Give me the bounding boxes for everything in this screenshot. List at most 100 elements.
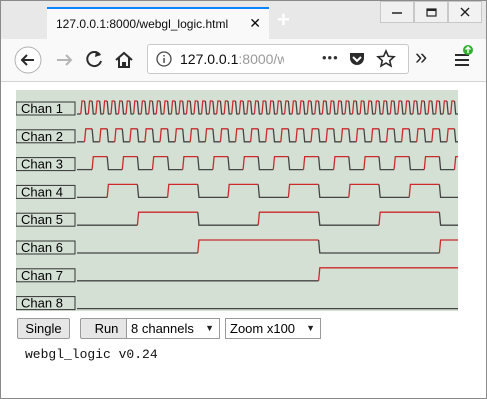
- signal-high-segment: [140, 100, 145, 115]
- signal-low-segment: [257, 128, 266, 143]
- overflow-menu-icon[interactable]: »: [415, 45, 427, 69]
- signal-high-segment: [310, 128, 319, 142]
- signal-low-segment: [106, 128, 115, 143]
- maximize-button[interactable]: [414, 1, 448, 23]
- signal-low-segment: [219, 100, 225, 115]
- signal-low-segment: [378, 128, 387, 143]
- signal-low-segment: [151, 128, 161, 143]
- signal-low-segment: [333, 100, 338, 115]
- signal-low-segment: [378, 156, 395, 171]
- signal-high-segment: [159, 128, 168, 142]
- minimize-button[interactable]: [380, 1, 414, 23]
- signal-low-segment: [197, 184, 228, 199]
- browser-window: 127.0.0.1:8000/webgl_logic.html ✕ + 127.…: [0, 0, 487, 399]
- signal-low-segment: [310, 100, 315, 115]
- tab-close-icon[interactable]: ✕: [249, 15, 261, 31]
- signal-low-segment: [91, 128, 100, 143]
- signal-high-segment: [219, 128, 228, 142]
- signal-low-segment: [166, 128, 176, 143]
- signal-high-segment: [223, 100, 228, 115]
- signal-high-segment: [151, 155, 168, 170]
- tab-title: 127.0.0.1:8000/webgl_logic.html: [56, 17, 229, 31]
- signal-high-segment: [419, 100, 425, 115]
- signal-high-segment: [242, 155, 259, 170]
- signal-high-segment: [378, 211, 440, 226]
- signal-high-segment: [182, 155, 198, 170]
- restore-icon: [426, 8, 437, 17]
- bookmark-star-icon[interactable]: [376, 49, 396, 69]
- signal-high-segment: [148, 100, 153, 115]
- signal-low-segment: [272, 128, 281, 143]
- signal-high-segment: [166, 183, 198, 198]
- signal-high-segment: [302, 155, 319, 170]
- url-host: 127.0.0.1: [180, 51, 239, 67]
- new-tab-icon[interactable]: +: [277, 8, 290, 32]
- signal-high-segment: [257, 211, 319, 226]
- url-path: :8000/w: [238, 51, 284, 67]
- signal-low-segment: [393, 100, 398, 115]
- signal-high-segment: [238, 100, 244, 115]
- chevron-down-icon: ▼: [306, 323, 315, 333]
- signal-high-segment: [291, 100, 296, 115]
- signal-high-segment: [106, 183, 138, 198]
- signal-low-segment: [99, 100, 104, 115]
- signal-high-segment: [348, 183, 379, 198]
- signal-low-segment: [204, 100, 210, 115]
- signal-low-segment: [197, 128, 206, 143]
- hamburger-menu-icon[interactable]: [450, 44, 476, 70]
- page-actions-icon[interactable]: •••: [322, 50, 339, 65]
- signal-low-segment: [121, 100, 127, 115]
- signal-high-segment: [216, 100, 221, 115]
- signal-high-segment: [344, 100, 349, 115]
- reload-icon[interactable]: [81, 47, 107, 73]
- signal-high-segment: [114, 128, 123, 142]
- zoom-select[interactable]: Zoom x100 ▼: [225, 318, 321, 339]
- page-content: Chan 1 Chan 2 Chan 3 Chan 4 Chan 5 Chan 6 Chan…: [1, 82, 486, 398]
- url-bar[interactable]: 127.0.0.1:8000/w •••: [147, 44, 409, 74]
- signal-low-segment: [212, 100, 217, 115]
- active-tab[interactable]: 127.0.0.1:8000/webgl_logic.html ✕: [47, 7, 269, 39]
- signal-low-segment: [212, 128, 221, 143]
- signal-low-segment: [348, 156, 364, 171]
- signal-high-segment: [299, 100, 304, 115]
- signal-high-segment: [325, 128, 334, 142]
- signal-high-segment: [250, 128, 259, 142]
- signal-high-segment: [197, 239, 319, 254]
- close-window-button[interactable]: [448, 1, 482, 23]
- signal-high-segment: [95, 100, 100, 115]
- home-icon[interactable]: [111, 47, 137, 73]
- signal-high-segment: [178, 100, 183, 115]
- signal-high-segment: [272, 155, 289, 170]
- signal-low-segment: [136, 128, 145, 143]
- signal-low-segment: [423, 100, 429, 115]
- back-button-icon[interactable]: [13, 45, 43, 75]
- close-icon: [460, 7, 470, 17]
- info-icon[interactable]: [156, 51, 172, 67]
- pocket-icon[interactable]: [348, 50, 366, 68]
- signal-low-segment: [302, 100, 308, 115]
- signal-low-segment: [453, 100, 458, 115]
- signal-low-segment: [363, 128, 372, 143]
- signal-low-segment: [129, 100, 134, 115]
- signal-low-segment: [385, 100, 391, 115]
- signal-high-segment: [129, 128, 138, 142]
- signal-low-segment: [287, 156, 304, 171]
- signal-high-segment: [423, 155, 440, 170]
- signal-low-segment: [257, 100, 262, 115]
- channel-count-select[interactable]: 8 channels ▼: [126, 318, 220, 339]
- forward-icon[interactable]: [51, 47, 77, 73]
- signal-high-segment: [336, 100, 342, 115]
- signal-low-segment: [423, 128, 432, 143]
- signal-low-segment: [317, 128, 327, 143]
- signal-high-segment: [110, 100, 115, 115]
- signal-low-segment: [250, 100, 255, 115]
- signal-high-segment: [382, 100, 387, 115]
- signal-low-segment: [136, 184, 168, 199]
- version-label: webgl_logic v0.24: [25, 347, 158, 362]
- signal-low-segment: [151, 100, 157, 115]
- signal-low-segment: [280, 100, 285, 115]
- signal-low-segment: [106, 156, 123, 171]
- signal-low-segment: [242, 128, 251, 143]
- single-button[interactable]: Single: [17, 318, 70, 339]
- signal-high-segment: [363, 155, 379, 170]
